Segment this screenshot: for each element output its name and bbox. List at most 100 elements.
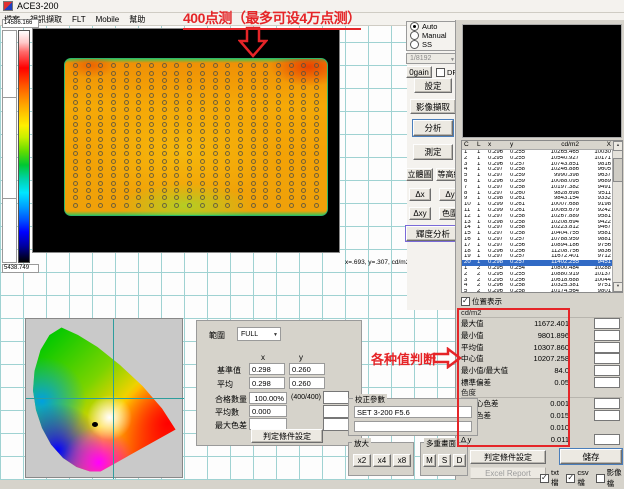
cie-crosshair-horizontal xyxy=(26,398,184,399)
measure-point-icon xyxy=(111,71,116,76)
measure-point-icon xyxy=(263,203,268,208)
multi-m-button[interactable]: M xyxy=(423,454,436,467)
measure-point-icon xyxy=(111,144,116,149)
average-y-field[interactable]: 0.260 xyxy=(289,377,325,389)
measure-point-icon xyxy=(301,144,306,149)
measure-point-icon xyxy=(111,93,116,98)
scroll-up-icon[interactable]: ▲ xyxy=(613,141,623,151)
measure-point-icon xyxy=(238,188,243,193)
calibration-field[interactable]: SET 3-200 F5.6 xyxy=(354,406,472,418)
measure-point-icon xyxy=(98,173,103,178)
judge-condition-button[interactable]: 判定條件設定 xyxy=(470,450,546,464)
measure-point-icon xyxy=(149,181,154,186)
zero-gain-button[interactable]: 0gain xyxy=(406,66,432,78)
measure-point-icon xyxy=(111,85,116,90)
range-select[interactable]: FULL xyxy=(237,327,281,341)
measure-point-icon xyxy=(187,63,192,68)
menu-mobile[interactable]: Mobile xyxy=(96,15,120,24)
measure-point-icon xyxy=(289,151,294,156)
measure-point-icon xyxy=(301,173,306,178)
measure-point-icon xyxy=(213,159,218,164)
settings-button[interactable]: 設定 xyxy=(414,78,452,93)
csv-file-checkbox-icon[interactable] xyxy=(566,474,575,483)
measure-point-icon xyxy=(301,93,306,98)
stat-row: 最大值11672.401 xyxy=(461,318,622,330)
menu-help[interactable]: 幫助 xyxy=(129,14,145,25)
pass-detail-label: (400/400) xyxy=(291,394,321,401)
measure-point-icon xyxy=(174,93,179,98)
txt-file-checkbox[interactable]: txt檔 xyxy=(540,467,562,489)
table-row[interactable]: 520.2960.25810174.5649801 xyxy=(462,289,622,295)
measure-point-icon xyxy=(162,71,167,76)
multi-d-button[interactable]: D xyxy=(453,454,466,467)
image-file-checkbox-icon[interactable] xyxy=(596,474,605,483)
measure-point-icon xyxy=(149,137,154,142)
position-display-checkbox-icon[interactable] xyxy=(461,297,470,306)
annotation-down-arrow-icon xyxy=(238,26,268,58)
measure-point-icon xyxy=(187,137,192,142)
analyze-button[interactable]: 分析 xyxy=(413,120,453,136)
measure-point-icon xyxy=(251,129,256,134)
calibration-field-2[interactable] xyxy=(354,421,472,432)
radio-manual-icon[interactable] xyxy=(410,31,419,40)
menu-flt[interactable]: FLT xyxy=(72,15,86,24)
measure-point-icon xyxy=(263,166,268,171)
measure-point-icon xyxy=(225,93,230,98)
measure-point-icon xyxy=(187,151,192,156)
measure-point-icon xyxy=(86,151,91,156)
save-button[interactable]: 儲存 xyxy=(560,449,622,464)
measure-point-icon xyxy=(213,188,218,193)
measure-point-icon xyxy=(162,107,167,112)
measure-point-icon xyxy=(314,78,319,83)
measure-point-icon xyxy=(251,78,256,83)
measure-point-icon xyxy=(149,107,154,112)
zoom-x8-button[interactable]: x8 xyxy=(393,454,411,467)
radio-ss-label: SS xyxy=(422,40,432,49)
zoom-x4-button[interactable]: x4 xyxy=(373,454,391,467)
scroll-down-icon[interactable]: ▼ xyxy=(613,282,623,292)
csv-file-checkbox[interactable]: csv檔 xyxy=(566,467,591,489)
delta-x-button[interactable]: Δx xyxy=(409,188,431,201)
excel-report-button[interactable]: Excel Report xyxy=(470,467,546,479)
table-body[interactable]: 110.2960.25510265.46510030210.2950.25510… xyxy=(462,150,622,295)
zoom-x2-button[interactable]: x2 xyxy=(353,454,371,467)
measure-button[interactable]: 測定 xyxy=(413,144,453,160)
reference-x-field[interactable]: 0.298 xyxy=(249,363,285,375)
measure-point-icon xyxy=(301,151,306,156)
measure-point-icon xyxy=(200,100,205,105)
scroll-thumb[interactable] xyxy=(613,158,623,182)
luminance-analysis-button[interactable]: 輝度分析 xyxy=(406,226,460,241)
range-judge-condition-button[interactable]: 判定條件設定 xyxy=(251,429,323,443)
table-cell: 9801 xyxy=(579,289,613,295)
three-d-view-button[interactable]: 立體圖 xyxy=(406,168,433,181)
radio-ss[interactable]: SS xyxy=(407,40,457,49)
measure-point-icon xyxy=(263,63,268,68)
radio-manual[interactable]: Manual xyxy=(407,31,457,40)
table-cell: 5 xyxy=(462,289,477,295)
measure-point-icon xyxy=(289,159,294,164)
table-scrollbar[interactable]: ▲ ▼ xyxy=(612,149,622,292)
stat-indicator-box xyxy=(594,353,620,364)
image-capture-button[interactable]: 影像擷取 xyxy=(410,99,456,114)
measure-point-icon xyxy=(238,63,243,68)
radio-auto[interactable]: Auto xyxy=(407,22,457,31)
radio-auto-icon[interactable] xyxy=(410,22,419,31)
average-x-field[interactable]: 0.298 xyxy=(249,377,285,389)
delta-xy-button[interactable]: Δxy xyxy=(409,207,431,220)
radio-ss-icon[interactable] xyxy=(410,40,419,49)
reference-y-field[interactable]: 0.260 xyxy=(289,363,325,375)
multi-s-button[interactable]: S xyxy=(438,454,451,467)
measure-point-icon xyxy=(111,129,116,134)
col-x: x xyxy=(488,141,510,149)
measurement-canvas[interactable] xyxy=(32,28,340,253)
txt-file-checkbox-icon[interactable] xyxy=(540,474,549,483)
position-display-checkbox[interactable]: 位置表示 xyxy=(461,296,502,307)
dr-checkbox-icon[interactable] xyxy=(436,68,445,77)
measure-point-icon xyxy=(289,203,294,208)
measure-point-icon xyxy=(149,122,154,127)
image-file-checkbox[interactable]: 影像檔 xyxy=(596,467,624,489)
shutter-range-select[interactable]: 1/8192 xyxy=(406,53,458,64)
measure-point-icon xyxy=(251,115,256,120)
measure-point-icon xyxy=(111,78,116,83)
measure-point-icon xyxy=(86,144,91,149)
